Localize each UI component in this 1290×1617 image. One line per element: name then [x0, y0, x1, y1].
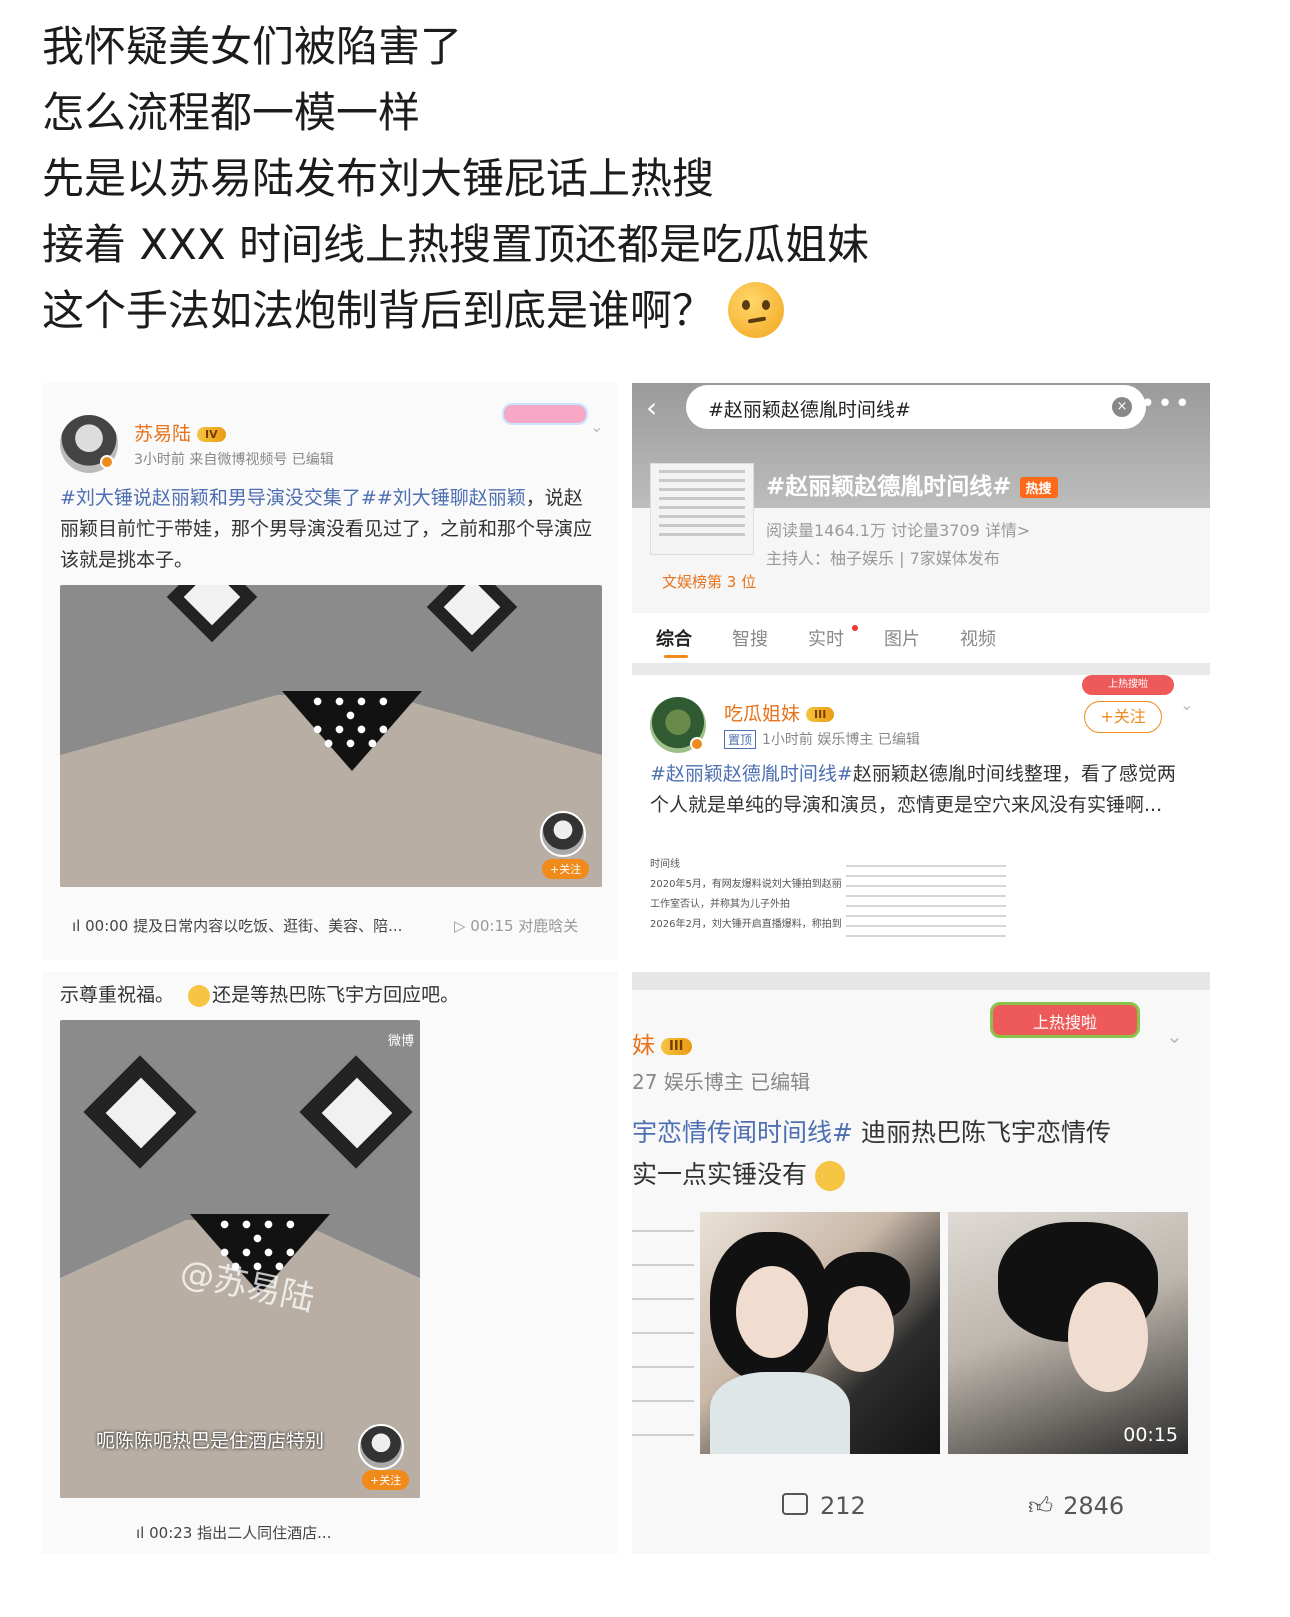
video-subtitle: 呃陈陈呃热巴是住酒店特别	[96, 1430, 325, 1452]
post-body: 示尊重祝福。 还是等热巴陈飞宇方回应吧。	[60, 980, 600, 1011]
username[interactable]: 苏易陆 IV	[134, 419, 226, 446]
rank-label[interactable]: 文娱榜第 3 位	[662, 571, 756, 592]
doc-line: 时间线	[650, 859, 680, 870]
topic-host: 主持人：柚子娱乐 | 7家媒体发布	[766, 549, 1000, 568]
tab-images[interactable]: 图片	[884, 625, 920, 651]
audio-clip-2[interactable]: ▷ 00:15 对鹿晗关	[454, 915, 578, 936]
username[interactable]: 吃瓜姐妹 III	[724, 699, 835, 726]
tab-indicator	[664, 655, 688, 658]
photo-figure	[710, 1372, 850, 1454]
surprised-emoji-icon	[815, 1161, 846, 1191]
hot-ribbon-badge: 上热搜啦	[990, 1002, 1140, 1038]
portrait-video-thumbnail[interactable]: 00:15	[948, 1212, 1188, 1454]
tab-realtime[interactable]: 实时	[808, 625, 844, 651]
search-bar[interactable]: #赵丽颖赵德胤时间线# ×	[686, 385, 1146, 429]
author-avatar[interactable]	[540, 811, 586, 857]
level-badge: III	[806, 707, 835, 722]
hashtag-link[interactable]: #刘大锤聊赵丽颖	[377, 487, 526, 509]
video-player[interactable]: ● ● ● ● ● ● ● ● ● ● ● ● +关注	[60, 585, 602, 887]
thinking-face-icon	[728, 281, 785, 338]
follow-button[interactable]: +关注	[362, 1470, 410, 1490]
username[interactable]: 妹 III	[632, 1026, 692, 1060]
chevron-down-icon[interactable]: ⌄	[1166, 1024, 1183, 1048]
caption-line: 这个手法如法炮制背后到底是谁啊？	[42, 278, 1242, 344]
video-duration: 00:15	[1123, 1424, 1178, 1446]
post-text: 还是等热巴陈飞宇方回应吧。	[212, 984, 460, 1006]
verified-badge-icon	[690, 737, 704, 751]
post-text: 示尊重祝福。	[60, 984, 175, 1006]
post-meta: 3小时前 来自微博视频号 已编辑	[134, 452, 334, 468]
audio-clip[interactable]: ıl 00:23 指出二人同住酒店...	[136, 1522, 331, 1543]
comment-button[interactable]: 212	[782, 1492, 866, 1520]
post-caption: 我怀疑美女们被陷害了 怎么流程都一模一样 先是以苏易陆发布刘大锤屁话上热搜 接着…	[42, 14, 1242, 344]
caption-line-text: 这个手法如法炮制背后到底是谁啊？	[42, 286, 715, 335]
post-body: 宇恋情传闻时间线# 迪丽热巴陈飞宇恋情传 实一点实锤没有	[632, 1112, 1192, 1196]
divider	[632, 972, 1210, 990]
divider	[632, 663, 1210, 675]
clear-icon[interactable]: ×	[1112, 397, 1132, 417]
follow-button[interactable]: +关注	[542, 859, 590, 879]
like-count: 2846	[1063, 1492, 1125, 1520]
post-card: 吃瓜姐妹 III 置顶 1小时前 娱乐博主 已编辑 上热搜啦 +关注 ⌄ #赵丽颖赵…	[632, 675, 1210, 960]
screenshot-post-dilireba: 妹 III 27 娱乐博主 已编辑 上热搜啦 ⌄ 宇恋情传闻时间线# 迪丽热巴陈飞宇…	[632, 972, 1210, 1554]
chevron-down-icon[interactable]: ⌄	[1180, 695, 1193, 714]
thumbs-up-icon: 👍︎	[1028, 1492, 1054, 1520]
chevron-down-icon[interactable]: ⌄	[590, 417, 603, 436]
post-meta: 置顶 1小时前 娱乐博主 已编辑	[724, 729, 920, 749]
notification-dot-icon	[852, 625, 858, 631]
more-icon[interactable]: •••	[1140, 389, 1192, 419]
caption-line: 先是以苏易陆发布刘大锤屁话上热搜	[42, 154, 715, 203]
document-image[interactable]	[846, 857, 1006, 943]
back-arrow-icon[interactable]: ‹	[646, 391, 657, 424]
hashtag-link[interactable]: #赵丽颖赵德胤时间线#	[650, 763, 853, 785]
level-badge: IV	[197, 427, 226, 442]
weibo-logo-icon: 微博	[387, 1034, 414, 1049]
topic-title: #赵丽颖赵德胤时间线# 热搜	[766, 467, 1058, 501]
post-body: #赵丽颖赵德胤时间线#赵丽颖赵德胤时间线整理，看了感觉两个人就是单纯的导演和演员…	[650, 759, 1190, 821]
photo-figure	[736, 1266, 808, 1358]
video-scene: ● ● ● ● ● ● ● ● ● ● ● ●	[313, 696, 393, 749]
post-meta: 27 娱乐博主 已编辑	[632, 1070, 811, 1094]
hashtag-link[interactable]: 宇恋情传闻时间线#	[632, 1118, 853, 1147]
comment-icon	[782, 1493, 808, 1515]
caption-line: 怎么流程都一模一样	[42, 88, 421, 137]
photo-figure	[1068, 1282, 1148, 1392]
screenshot-topic-page: ‹ #赵丽颖赵德胤时间线# × ••• #赵丽颖赵德胤时间线# 热搜 阅读量146…	[632, 383, 1210, 960]
tab-comprehensive[interactable]: 综合	[656, 625, 692, 651]
smile-emoji-icon	[188, 984, 211, 1007]
caption-line: 接着 XXX 时间线上热搜置顶还都是吃瓜姐妹	[42, 220, 870, 269]
doc-line: 工作室否认，并称其为儿子外拍	[650, 899, 790, 910]
topic-thumbnail	[650, 463, 754, 555]
tab-videos[interactable]: 视频	[960, 625, 996, 651]
follow-button[interactable]: +关注	[1084, 701, 1162, 733]
document-image[interactable]	[632, 1212, 694, 1452]
hot-ribbon-badge: 上热搜啦	[1082, 675, 1174, 695]
pinned-badge: 置顶	[724, 730, 757, 749]
comment-count: 212	[820, 1492, 866, 1520]
post-text: 实一点实锤没有	[632, 1160, 808, 1189]
hot-badge: 热搜	[1019, 477, 1058, 498]
video-player[interactable]: ● ● ● ● ● ● ● ● ● ● ● ● @苏易陆 微博 呃陈陈呃热巴是住酒店…	[60, 1020, 420, 1498]
audio-clip-1[interactable]: ıl 00:00 提及日常内容以吃饭、逛街、美容、陪...	[72, 915, 402, 936]
topic-stats[interactable]: 阅读量1464.1万 讨论量3709 详情>	[766, 517, 1030, 541]
level-badge: III	[661, 1038, 692, 1055]
couple-photo[interactable]	[700, 1212, 940, 1454]
hashtag-link[interactable]: #刘大锤说赵丽颖和男导演没交集了#	[60, 487, 377, 509]
verified-badge-icon	[100, 455, 114, 469]
document-image[interactable]: 时间线 2020年5月，有网友爆料说刘大锤拍到赵丽颖与赵 工作室否认，并称其为儿…	[650, 855, 842, 935]
doc-line: 2020年5月，有网友爆料说刘大锤拍到赵丽颖与赵	[650, 879, 842, 890]
decoration-badge-icon	[502, 403, 588, 425]
search-input[interactable]: #赵丽颖赵德胤时间线#	[708, 395, 911, 422]
post-text: 迪丽热巴陈飞宇恋情传	[860, 1118, 1111, 1147]
post-body: #刘大锤说赵丽颖和男导演没交集了##刘大锤聊赵丽颖，说赵丽颖目前忙于带娃，那个男…	[60, 483, 600, 576]
screenshot-post-suyilu: 苏易陆 IV 3小时前 来自微博视频号 已编辑 ⌄ #刘大锤说赵丽颖和男导演没交集…	[42, 383, 618, 960]
photo-figure	[828, 1286, 894, 1372]
screenshot-video-post: 示尊重祝福。 还是等热巴陈飞宇方回应吧。 ● ● ● ● ● ● ● ● ● ● ●…	[42, 972, 618, 1554]
author-avatar[interactable]	[358, 1424, 404, 1470]
tab-bar: 综合 智搜 实时 图片 视频	[632, 613, 1210, 663]
caption-line: 我怀疑美女们被陷害了	[42, 22, 463, 71]
like-button[interactable]: 👍︎ 2846	[1028, 1492, 1124, 1521]
doc-line: 2026年2月，刘大锤开启直播爆料，称拍到	[650, 919, 842, 930]
tab-smart-search[interactable]: 智搜	[732, 625, 768, 651]
